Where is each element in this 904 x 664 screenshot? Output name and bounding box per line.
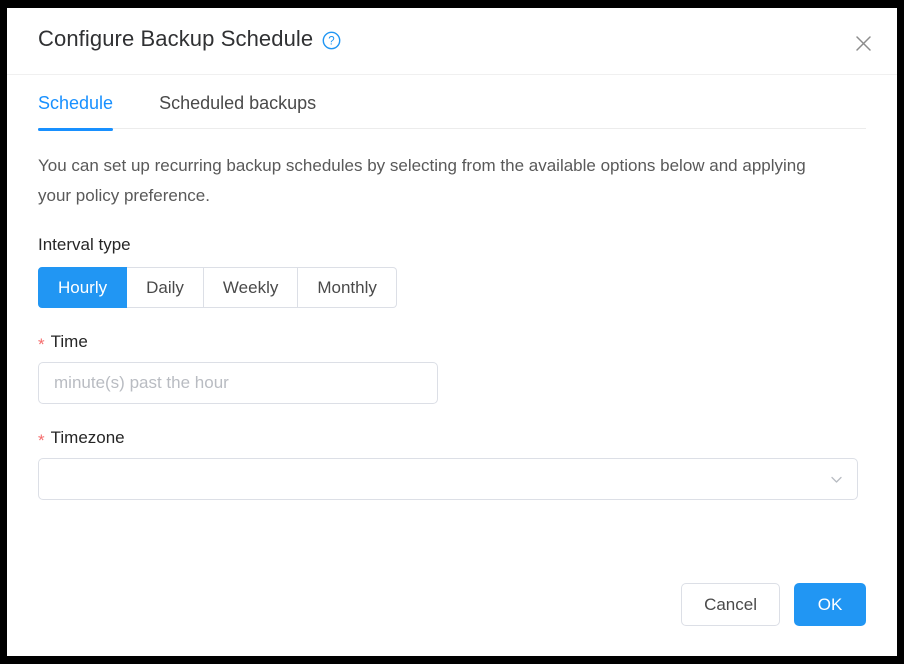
interval-option-weekly[interactable]: Weekly <box>203 267 299 308</box>
time-label-text: Time <box>50 332 88 351</box>
interval-option-daily[interactable]: Daily <box>127 267 204 308</box>
tab-scheduled-backups[interactable]: Scheduled backups <box>159 75 316 130</box>
svg-text:?: ? <box>328 36 335 48</box>
dialog-title-text: Configure Backup Schedule <box>38 26 314 51</box>
ok-button[interactable]: OK <box>794 583 866 626</box>
timezone-required-asterisk: * <box>38 431 45 450</box>
tab-bar: Schedule Scheduled backups <box>38 75 866 131</box>
timezone-field: * Timezone <box>38 428 866 500</box>
tab-schedule[interactable]: Schedule <box>38 75 114 131</box>
dialog-header: Configure Backup Schedule ? <box>7 8 897 75</box>
screenshot-frame: Configure Backup Schedule ? Schedule Sch… <box>0 0 904 664</box>
close-icon[interactable] <box>850 30 876 56</box>
timezone-select[interactable] <box>38 458 858 500</box>
configure-backup-schedule-dialog: Configure Backup Schedule ? Schedule Sch… <box>7 8 897 656</box>
dialog-body: Schedule Scheduled backups You can set u… <box>7 75 897 500</box>
interval-type-label-text: Interval type <box>38 235 131 254</box>
interval-option-hourly[interactable]: Hourly <box>38 267 128 308</box>
timezone-label: * Timezone <box>38 428 866 450</box>
description-text: You can set up recurring backup schedule… <box>38 156 806 205</box>
page-title: Configure Backup Schedule ? <box>38 26 341 52</box>
interval-type-field: Interval type Hourly Daily Weekly Monthl… <box>38 235 866 308</box>
timezone-label-text: Timezone <box>50 428 125 447</box>
interval-type-segmented-control: Hourly Daily Weekly Monthly <box>38 267 397 308</box>
cancel-button[interactable]: Cancel <box>681 583 780 626</box>
time-input[interactable] <box>38 362 438 404</box>
interval-type-label: Interval type <box>38 235 866 255</box>
dialog-footer: Cancel OK <box>681 583 866 626</box>
time-field: * Time <box>38 332 866 404</box>
time-label: * Time <box>38 332 866 354</box>
interval-option-monthly[interactable]: Monthly <box>298 267 397 308</box>
help-circle-icon[interactable]: ? <box>322 31 341 50</box>
time-required-asterisk: * <box>38 335 45 354</box>
chevron-down-icon[interactable] <box>829 459 844 499</box>
